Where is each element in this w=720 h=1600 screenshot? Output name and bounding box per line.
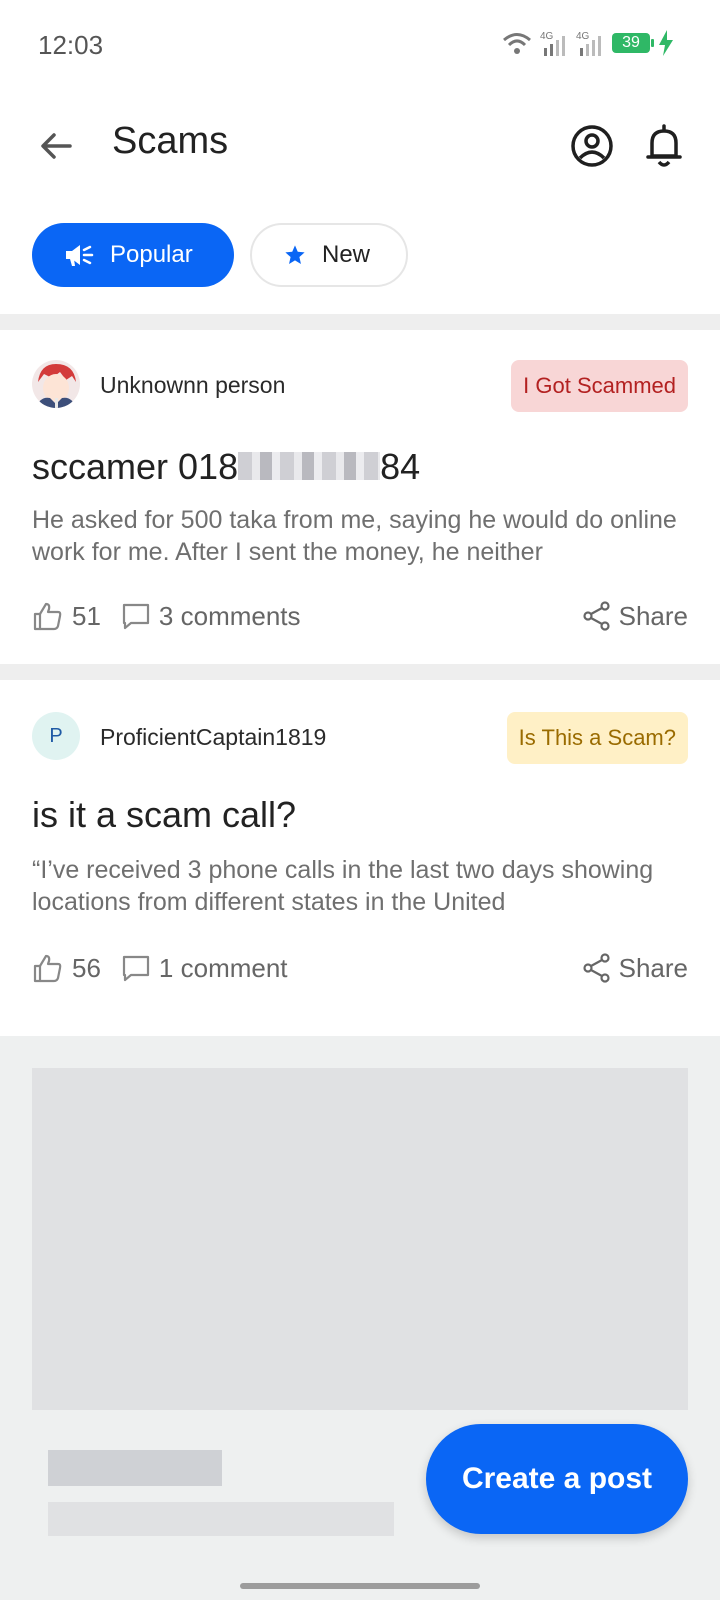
share-label: Share xyxy=(618,952,688,983)
post-title-suffix: 84 xyxy=(380,446,421,487)
bell-icon xyxy=(646,124,682,167)
divider xyxy=(0,314,720,330)
thumbs-up-icon xyxy=(33,954,62,983)
post-author[interactable]: Unknownn person xyxy=(100,372,285,399)
share-icon xyxy=(583,953,610,983)
like-count: 56 xyxy=(72,952,101,983)
home-indicator[interactable] xyxy=(240,1583,480,1589)
like-button[interactable]: 51 xyxy=(32,600,101,632)
share-button[interactable]: Share xyxy=(583,953,688,984)
post-header: P ProficientCaptain1819 Is This a Scam? xyxy=(32,712,688,764)
filter-chips: Popular New xyxy=(32,223,408,287)
post-card[interactable]: P ProficientCaptain1819 Is This a Scam? … xyxy=(0,680,720,1016)
thumbs-up-icon xyxy=(33,602,62,631)
share-icon xyxy=(583,601,610,631)
comment-count: 1 comment xyxy=(158,952,288,983)
signal-icon-2: 4G xyxy=(576,31,601,56)
comment-count: 3 comments xyxy=(158,600,301,631)
comments-button[interactable]: 3 comments xyxy=(121,601,301,632)
anime-avatar-image xyxy=(32,360,80,408)
share-button[interactable]: Share xyxy=(583,601,688,632)
page-title: Scams xyxy=(112,120,229,162)
avatar[interactable] xyxy=(32,360,80,408)
chip-new[interactable]: New xyxy=(250,223,408,287)
post-header: Unknownn person I Got Scammed xyxy=(32,360,688,412)
megaphone-icon xyxy=(66,245,94,266)
post-title[interactable]: is it a scam call? xyxy=(32,794,296,836)
divider xyxy=(0,664,720,680)
chip-popular-label: Popular xyxy=(110,241,193,268)
network-label-1: 4G xyxy=(540,31,554,42)
post-body[interactable]: He asked for 500 taka from me, saying he… xyxy=(32,504,688,568)
top-app-bar: Scams xyxy=(0,100,720,188)
comment-icon xyxy=(122,955,150,982)
back-button[interactable] xyxy=(30,120,82,172)
post-tag[interactable]: Is This a Scam? xyxy=(506,712,688,764)
redacted-number xyxy=(238,452,381,481)
skeleton-image xyxy=(32,1068,688,1410)
post-title-prefix: sccamer 018 xyxy=(32,446,239,487)
like-count: 51 xyxy=(72,600,101,631)
charging-icon xyxy=(659,30,673,56)
skeleton-line xyxy=(48,1502,394,1536)
post-body[interactable]: “I’ve received 3 phone calls in the last… xyxy=(32,854,688,918)
status-bar: 12:03 4G 4G 39 xyxy=(0,0,720,92)
post-actions: 51 3 comments Share xyxy=(32,596,688,636)
post-author[interactable]: ProficientCaptain1819 xyxy=(100,724,326,751)
bottom-area xyxy=(0,1556,720,1600)
post-tag[interactable]: I Got Scammed xyxy=(511,360,688,412)
wifi-icon xyxy=(503,33,531,54)
share-label: Share xyxy=(618,600,688,631)
comment-icon xyxy=(122,603,150,630)
chip-popular[interactable]: Popular xyxy=(32,223,234,287)
battery-icon: 39 xyxy=(612,33,654,53)
status-icons: 4G 4G 39 xyxy=(502,30,674,56)
star-icon xyxy=(285,245,305,264)
chip-new-label: New xyxy=(321,241,370,268)
comments-button[interactable]: 1 comment xyxy=(121,953,288,984)
post-card[interactable]: Unknownn person I Got Scammed sccamer 01… xyxy=(0,330,720,664)
arrow-left-icon xyxy=(41,133,72,159)
network-label-2: 4G xyxy=(576,31,590,42)
skeleton-line xyxy=(48,1450,222,1486)
create-post-button[interactable]: Create a post xyxy=(426,1424,688,1534)
notifications-button[interactable] xyxy=(638,120,690,172)
status-time: 12:03 xyxy=(38,30,104,60)
post-actions: 56 1 comment Share xyxy=(32,948,688,988)
post-title[interactable]: sccamer 018 84 xyxy=(32,446,420,488)
account-circle-icon xyxy=(571,125,613,167)
like-button[interactable]: 56 xyxy=(32,952,101,984)
profile-button[interactable] xyxy=(566,120,618,172)
avatar[interactable]: P xyxy=(32,712,80,760)
signal-icon-1: 4G xyxy=(540,31,565,56)
